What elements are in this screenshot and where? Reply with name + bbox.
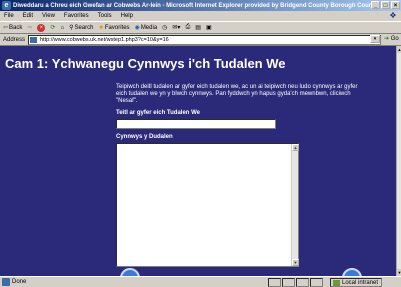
media-label: Media	[140, 24, 158, 31]
status-page-icon	[2, 278, 10, 286]
title-field-label: Teitl ar gyfer eich Tudalen We	[116, 110, 201, 116]
search-button[interactable]: ⚲ Search	[69, 24, 94, 32]
mail-icon: ✉▾	[172, 25, 181, 31]
page-scroll-up-icon[interactable]: ▲	[397, 46, 401, 53]
back-nav-button[interactable]: ▲	[120, 268, 140, 276]
page-icon	[30, 37, 37, 43]
status-pane	[268, 278, 281, 287]
textarea-scroll-up-icon[interactable]: ▲	[292, 144, 299, 151]
print-icon: ⎙	[185, 24, 191, 30]
favorites-icon: ★	[98, 25, 104, 31]
search-icon: ⚲	[69, 25, 74, 31]
content-field-label: Cynnwys y Dudalen	[116, 134, 173, 140]
address-label: Address	[3, 36, 26, 43]
maximize-button[interactable]: □	[381, 1, 390, 9]
close-button[interactable]: ×	[391, 1, 400, 9]
page-scroll-down-icon[interactable]: ▼	[397, 269, 401, 276]
history-button[interactable]: ◷	[162, 24, 167, 31]
print-button[interactable]: ⎙	[185, 24, 190, 31]
intranet-zone-icon	[333, 280, 340, 286]
page-title: Cam 1: Ychwanegu Cynnwys i'ch Tudalen We	[5, 56, 286, 71]
page-scrollbar[interactable]: ▲ ▼	[396, 46, 401, 276]
back-label: Back	[9, 24, 23, 31]
menu-help[interactable]: Help	[121, 13, 133, 19]
stop-button[interactable]: ×	[37, 23, 46, 32]
media-button[interactable]: ◉ Media	[134, 24, 158, 32]
status-pane	[310, 278, 323, 287]
stop-icon: ×	[37, 23, 46, 32]
mail-button[interactable]: ✉▾	[172, 24, 180, 31]
discuss-icon: ▣	[205, 25, 212, 31]
status-pane	[296, 278, 309, 287]
home-button[interactable]: ⌂	[60, 25, 64, 31]
address-dropdown-button[interactable]: ▾	[370, 35, 380, 43]
back-arrow-icon: ⇦	[3, 25, 9, 31]
search-label: Search	[74, 24, 94, 31]
intro-text: Teipiwch deitl tudalen ar gyfer eich tud…	[116, 84, 358, 104]
go-label: Go	[390, 36, 399, 42]
forward-button[interactable]: ⇨	[27, 24, 32, 31]
menu-edit[interactable]: Edit	[23, 13, 33, 19]
window-controls: _ □ ×	[371, 1, 400, 9]
go-button[interactable]: ➜ Go	[384, 35, 399, 42]
status-panes	[268, 278, 323, 287]
go-arrow-icon: ➜	[384, 36, 390, 42]
edit-icon: ▤	[195, 25, 201, 31]
media-icon: ◉	[134, 25, 140, 31]
next-nav-button[interactable]: ▲	[342, 268, 362, 276]
history-icon: ◷	[162, 25, 168, 31]
textarea-scrollbar[interactable]: ▲ ▼	[291, 144, 299, 266]
menu-tools[interactable]: Tools	[98, 13, 112, 19]
page-content: Cam 1: Ychwanegu Cynnwys i'ch Tudalen We…	[0, 46, 396, 276]
forward-arrow-icon: ⇨	[27, 25, 33, 31]
security-zone: Local intranet	[330, 278, 383, 287]
textarea-scroll-down-icon[interactable]: ▼	[292, 259, 299, 266]
menu-bar: File Edit View Favorites Tools Help ❖	[0, 11, 401, 21]
refresh-button[interactable]: ⟳	[50, 24, 55, 31]
menu-favorites[interactable]: Favorites	[64, 13, 89, 19]
discuss-button[interactable]: ▣	[206, 24, 212, 31]
favorites-label: Favorites	[104, 24, 130, 31]
zone-text: Local intranet	[342, 279, 379, 286]
menu-file[interactable]: File	[4, 13, 14, 19]
standard-toolbar: ⇦ Back ⇨ × ⟳ ⌂ ⚲ Search ★ Favorites ◉ Me…	[0, 21, 401, 34]
address-bar: Address http://www.cobwebs.uk.net/wstep1…	[0, 34, 401, 46]
page-title-input[interactable]	[116, 119, 276, 129]
address-input[interactable]: http://www.cobwebs.uk.net/wstep1.php3?c=…	[28, 35, 381, 45]
refresh-icon: ⟳	[50, 25, 56, 31]
status-pane	[282, 278, 295, 287]
status-text: Done	[12, 279, 27, 285]
status-bar: Done Local intranet	[0, 276, 401, 287]
menu-view[interactable]: View	[42, 13, 55, 19]
window-titlebar: e Diweddaru a Chreu eich Gwefan ar Cobwe…	[0, 0, 401, 11]
ie-logo-icon: e	[2, 1, 11, 10]
page-content-textarea[interactable]: ▲ ▼	[116, 143, 299, 267]
home-icon: ⌂	[60, 24, 65, 31]
minimize-button[interactable]: _	[371, 1, 380, 9]
edit-button[interactable]: ▤	[195, 24, 201, 31]
address-url: http://www.cobwebs.uk.net/wstep1.php3?c=…	[40, 37, 169, 43]
windows-throbber-icon: ❖	[389, 11, 397, 20]
back-button[interactable]: ⇦ Back	[3, 24, 23, 32]
status-done: Done	[2, 278, 26, 286]
window-title: Diweddaru a Chreu eich Gwefan ar Cobwebs…	[13, 2, 380, 9]
favorites-button[interactable]: ★ Favorites	[98, 24, 130, 32]
